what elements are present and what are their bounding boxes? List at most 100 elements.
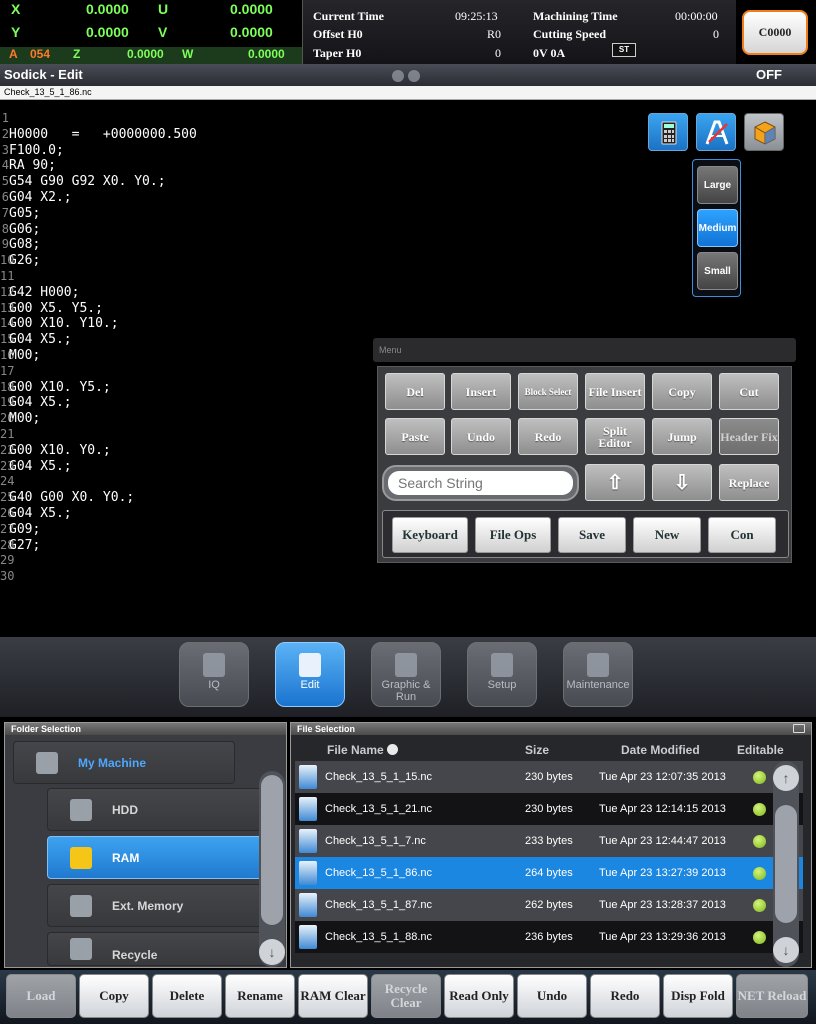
code-line[interactable]: 23G04 X5.; xyxy=(0,459,380,475)
mode-edit[interactable]: Edit xyxy=(275,642,345,707)
file-row[interactable]: Check_13_5_1_21.nc 230 bytes Tue Apr 23 12… xyxy=(295,793,803,825)
size-medium-button[interactable]: Medium xyxy=(697,209,738,247)
recycle-clear-button[interactable]: Recycle Clear xyxy=(371,974,441,1018)
code-line[interactable]: 30 xyxy=(0,569,380,585)
code-line[interactable]: 27G09; xyxy=(0,522,380,538)
new-button[interactable]: New xyxy=(633,517,701,553)
file-insert-button[interactable]: File Insert xyxy=(585,373,645,410)
folder-scrollbar[interactable]: ↓ xyxy=(259,771,285,967)
code-line[interactable]: 15G04 X5.; xyxy=(0,332,380,348)
col-editable[interactable]: Editable xyxy=(737,743,784,757)
code-line[interactable]: 4RA 90; xyxy=(0,158,380,174)
col-size[interactable]: Size xyxy=(525,743,549,757)
code-line[interactable]: 28G27; xyxy=(0,538,380,554)
header-fix-button[interactable]: Header Fix xyxy=(719,418,779,455)
3d-view-button[interactable] xyxy=(744,113,784,151)
file-row[interactable]: Check_13_5_1_86.nc 264 bytes Tue Apr 23 13… xyxy=(295,857,803,889)
folder-ram[interactable]: RAM xyxy=(47,836,271,879)
file-copy-button[interactable]: Copy xyxy=(79,974,149,1018)
code-line[interactable]: 6G04 X2.; xyxy=(0,190,380,206)
file-scroll-thumb[interactable] xyxy=(775,805,797,923)
folder-my-machine[interactable]: My Machine xyxy=(13,741,235,784)
scroll-up-icon[interactable]: ↑ xyxy=(773,765,799,791)
file-row[interactable]: Check_13_5_1_7.nc 233 bytes Tue Apr 23 12:… xyxy=(295,825,803,857)
axis-y-label: Y xyxy=(11,24,21,40)
disp-fold-button[interactable]: Disp Fold xyxy=(663,974,733,1018)
scroll-down-icon[interactable]: ↓ xyxy=(259,939,285,965)
mode-setup[interactable]: Setup xyxy=(467,642,537,707)
cut-button[interactable]: Cut xyxy=(719,373,779,410)
size-small-button[interactable]: Small xyxy=(697,252,738,290)
col-date-modified[interactable]: Date Modified xyxy=(621,743,700,757)
file-undo-button[interactable]: Undo xyxy=(517,974,587,1018)
code-line[interactable]: 18G00 X10. Y5.; xyxy=(0,380,380,396)
net-reload-button[interactable]: NET Reload xyxy=(736,974,808,1018)
code-line[interactable]: 29 xyxy=(0,553,380,569)
search-up-button[interactable]: ⇧ xyxy=(585,464,645,501)
code-line[interactable]: 14G00 X10. Y10.; xyxy=(0,316,380,332)
code-line[interactable]: 24 xyxy=(0,474,380,490)
folder-recycle[interactable]: Recycle xyxy=(47,932,271,966)
search-down-button[interactable]: ⇩ xyxy=(652,464,712,501)
del-button[interactable]: Del xyxy=(385,373,445,410)
font-button[interactable] xyxy=(696,113,736,151)
code-line[interactable]: 25G40 G00 X0. Y0.; xyxy=(0,490,380,506)
split-editor-button[interactable]: Split Editor xyxy=(585,418,645,455)
code-line[interactable]: 9G08; xyxy=(0,237,380,253)
undo-button[interactable]: Undo xyxy=(451,418,511,455)
scroll-down-icon[interactable]: ↓ xyxy=(773,937,799,963)
jump-button[interactable]: Jump xyxy=(652,418,712,455)
replace-button[interactable]: Replace xyxy=(719,464,779,501)
read-only-button[interactable]: Read Only xyxy=(444,974,514,1018)
mode-maintenance[interactable]: Maintenance xyxy=(563,642,633,707)
copy-button[interactable]: Copy xyxy=(652,373,712,410)
paste-button[interactable]: Paste xyxy=(385,418,445,455)
block-select-button[interactable]: Block Select xyxy=(518,373,578,410)
mode-iq[interactable]: IQ xyxy=(179,642,249,707)
code-line[interactable]: 22G00 X10. Y0.; xyxy=(0,443,380,459)
code-line[interactable]: 1 xyxy=(0,111,380,127)
file-scrollbar[interactable]: ↑ ↓ xyxy=(773,761,799,967)
load-button[interactable]: Load xyxy=(6,974,76,1018)
code-line[interactable]: 7G05; xyxy=(0,206,380,222)
file-ops-button[interactable]: File Ops xyxy=(475,517,551,553)
folder-scroll-thumb[interactable] xyxy=(261,775,283,925)
code-line[interactable]: 26G04 X5.; xyxy=(0,506,380,522)
code-lines[interactable]: 1 2H0000 = +0000000.500 3F100.0; 4RA 90; 5G5… xyxy=(0,111,380,585)
code-line[interactable]: 19G04 X5.; xyxy=(0,395,380,411)
code-line[interactable]: 5G54 G90 G92 X0. Y0.; xyxy=(0,174,380,190)
code-editor[interactable]: 1 2H0000 = +0000000.500 3F100.0; 4RA 90; 5G5… xyxy=(0,100,816,637)
file-row[interactable]: Check_13_5_1_87.nc 262 bytes Tue Apr 23 13… xyxy=(295,889,803,921)
ram-clear-button[interactable]: RAM Clear xyxy=(298,974,368,1018)
col-file-name[interactable]: File Name xyxy=(327,743,399,757)
folder-hdd[interactable]: HDD xyxy=(47,788,271,831)
save-button[interactable]: Save xyxy=(558,517,626,553)
code-line[interactable]: 16M00; xyxy=(0,348,380,364)
code-line[interactable]: 21 xyxy=(0,427,380,443)
delete-button[interactable]: Delete xyxy=(152,974,222,1018)
code-line[interactable]: 20M00; xyxy=(0,411,380,427)
search-input[interactable] xyxy=(388,471,573,495)
c-code-button[interactable]: C0000 xyxy=(742,10,808,55)
folder-ext-memory[interactable]: Ext. Memory xyxy=(47,884,271,927)
file-redo-button[interactable]: Redo xyxy=(590,974,660,1018)
mode-graphic-run[interactable]: Graphic & Run xyxy=(371,642,441,707)
code-line[interactable]: 11 xyxy=(0,269,380,285)
file-row[interactable]: Check_13_5_1_15.nc 230 bytes Tue Apr 23 12… xyxy=(295,761,803,793)
file-row[interactable]: Check_13_5_1_88.nc 236 bytes Tue Apr 23 13… xyxy=(295,921,803,953)
insert-button[interactable]: Insert xyxy=(451,373,511,410)
keyboard-button[interactable]: Keyboard xyxy=(392,517,468,553)
calculator-button[interactable] xyxy=(648,113,688,151)
code-line[interactable]: 8G06; xyxy=(0,222,380,238)
grid-view-icon[interactable] xyxy=(793,724,805,733)
code-line[interactable]: 10G26; xyxy=(0,253,380,269)
code-line[interactable]: 3F100.0; xyxy=(0,143,380,159)
redo-button[interactable]: Redo xyxy=(518,418,578,455)
code-line[interactable]: 2H0000 = +0000000.500 xyxy=(0,127,380,143)
con-button[interactable]: Con xyxy=(708,517,776,553)
code-line[interactable]: 17 xyxy=(0,364,380,380)
size-large-button[interactable]: Large xyxy=(697,166,738,204)
code-line[interactable]: 12G42 H000; xyxy=(0,285,380,301)
code-line[interactable]: 13G00 X5. Y5.; xyxy=(0,301,380,317)
rename-button[interactable]: Rename xyxy=(225,974,295,1018)
